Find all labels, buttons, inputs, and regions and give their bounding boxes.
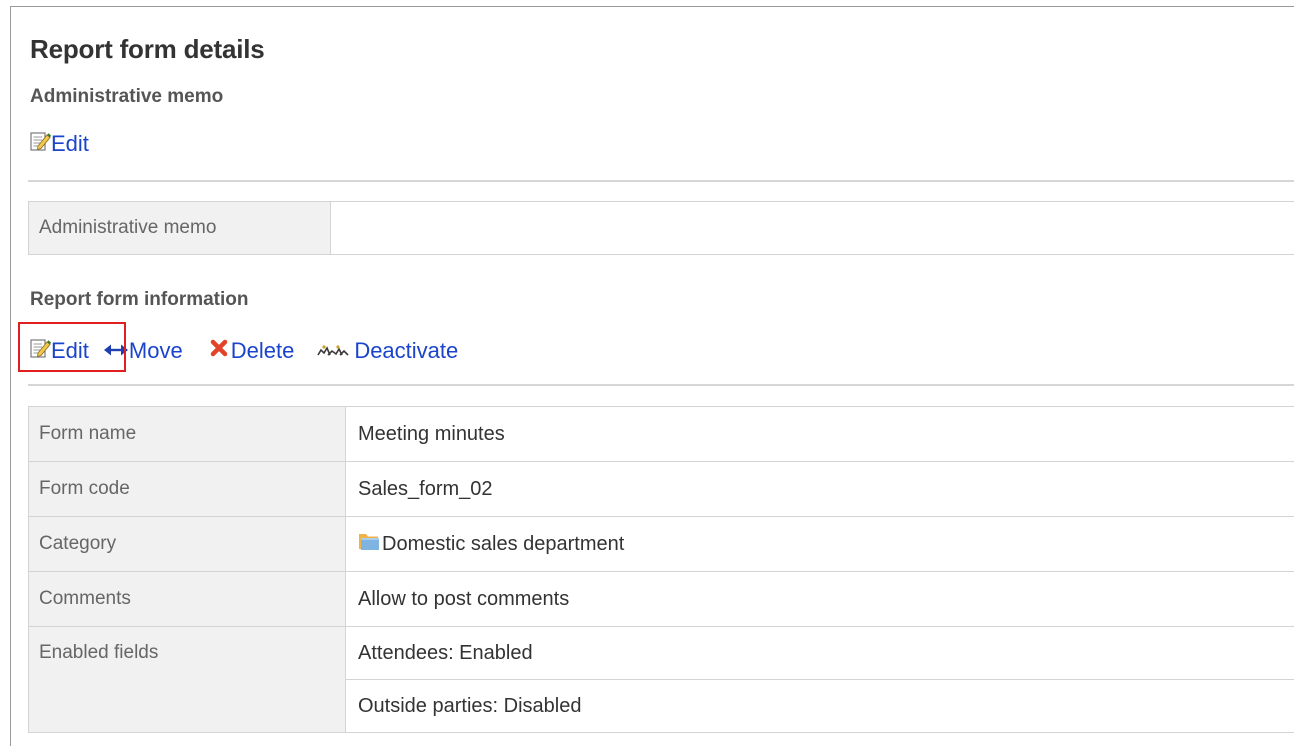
delete-link[interactable]: Delete	[209, 338, 295, 364]
table-row: Category Domestic sales department	[29, 517, 1294, 572]
category-value: Domestic sales department	[358, 531, 624, 557]
memo-actions: Edit	[29, 130, 89, 158]
table-row: Form name Meeting minutes	[29, 407, 1294, 462]
row-value-attendees: Attendees: Enabled	[346, 627, 1294, 680]
deactivate-label: Deactivate	[354, 338, 458, 364]
memo-edit-link[interactable]: Edit	[29, 130, 89, 158]
row-value-category: Domestic sales department	[346, 517, 1294, 572]
category-label: Domestic sales department	[382, 533, 624, 556]
memo-section-title: Administrative memo	[30, 86, 223, 108]
row-label-form-name: Form name	[29, 407, 346, 462]
deactivate-icon	[316, 338, 352, 364]
row-value-outside-parties: Outside parties: Disabled	[346, 680, 1294, 733]
row-value-form-code: Sales_form_02	[346, 462, 1294, 517]
memo-row-label: Administrative memo	[29, 202, 331, 255]
memo-table: Administrative memo	[28, 201, 1294, 255]
delete-x-icon	[209, 338, 229, 364]
folder-icon	[358, 531, 380, 557]
page-title: Report form details	[30, 34, 265, 65]
edit-highlight-box	[18, 322, 126, 372]
row-label-enabled-fields: Enabled fields	[29, 627, 346, 733]
row-label-category: Category	[29, 517, 346, 572]
table-row: Form code Sales_form_02	[29, 462, 1294, 517]
row-value-comments: Allow to post comments	[346, 572, 1294, 627]
memo-row: Administrative memo	[29, 202, 1294, 255]
info-divider	[28, 384, 1294, 386]
memo-row-value	[331, 202, 1294, 255]
delete-label: Delete	[231, 338, 295, 364]
info-section-title: Report form information	[30, 289, 249, 311]
table-row: Comments Allow to post comments	[29, 572, 1294, 627]
row-label-comments: Comments	[29, 572, 346, 627]
edit-icon	[29, 130, 51, 158]
info-table: Form name Meeting minutes Form code Sale…	[28, 406, 1294, 733]
row-label-form-code: Form code	[29, 462, 346, 517]
move-label: Move	[129, 338, 183, 364]
row-value-form-name: Meeting minutes	[346, 407, 1294, 462]
memo-edit-label: Edit	[51, 131, 89, 157]
deactivate-link[interactable]: Deactivate	[316, 338, 458, 364]
table-row: Enabled fields Attendees: Enabled	[29, 627, 1294, 680]
memo-divider	[28, 180, 1294, 182]
